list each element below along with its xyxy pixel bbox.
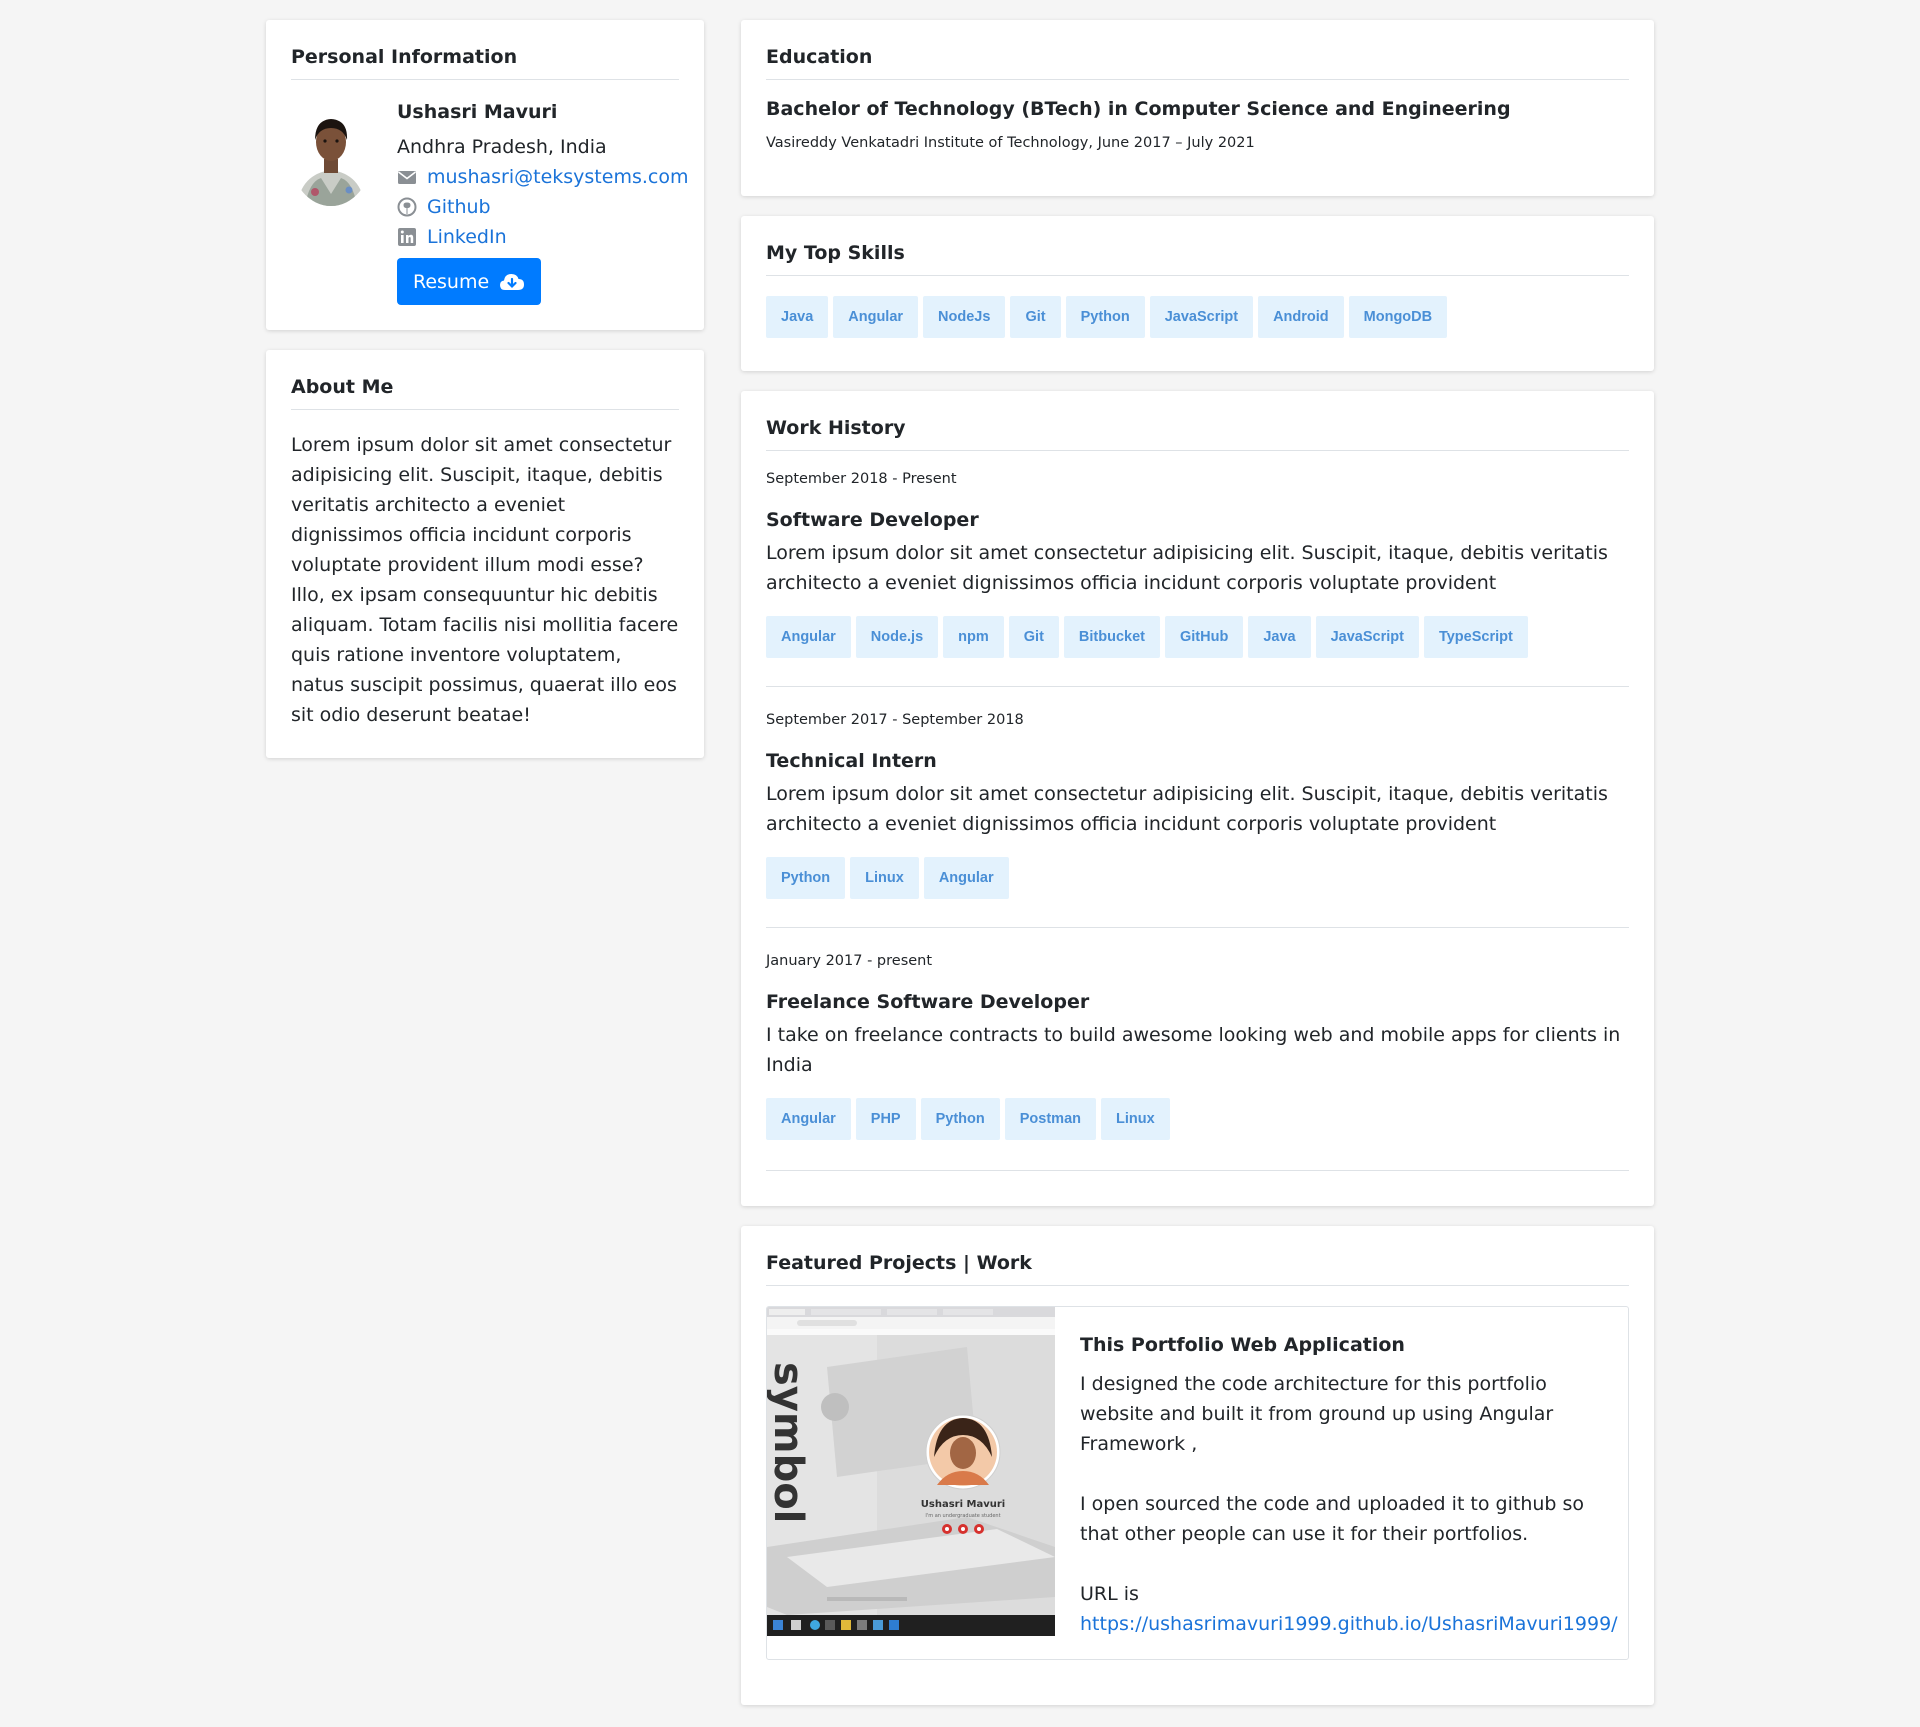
job-tag: GitHub bbox=[1164, 616, 1244, 658]
skill-chip: Python bbox=[1065, 296, 1145, 338]
project-description-1: I designed the code architecture for thi… bbox=[1080, 1373, 1554, 1455]
job-date: September 2017 - September 2018 bbox=[766, 712, 1024, 728]
job-description: Lorem ipsum dolor sit amet consectetur a… bbox=[766, 542, 1608, 594]
job-title: Technical Intern bbox=[766, 750, 937, 772]
project-thumb-subtitle: I'm an undergraduate student bbox=[925, 1513, 1000, 1519]
left-column: Personal Information Ushasri Mavuri Andh… bbox=[266, 20, 704, 778]
job-tags: Angular Node.js npm Git Bitbucket GitHub… bbox=[766, 616, 1629, 658]
project-details: This Portfolio Web Application I designe… bbox=[1055, 1307, 1628, 1659]
linkedin-row: LinkedIn bbox=[397, 222, 688, 252]
job-tag: Python bbox=[766, 857, 846, 899]
skill-chip: Java bbox=[766, 296, 829, 338]
job-tag: npm bbox=[943, 616, 1004, 658]
about-title: About Me bbox=[291, 376, 679, 410]
project-screenshot: symbol Ushasri Mavuri I'm an undergradua… bbox=[767, 1307, 1055, 1636]
email-row: mushasri@teksystems.com bbox=[397, 162, 688, 192]
job-date: September 2018 - Present bbox=[766, 471, 957, 487]
skill-chip: Angular bbox=[833, 296, 919, 338]
job-tag: Postman bbox=[1004, 1098, 1096, 1140]
job-tag: Angular bbox=[923, 857, 1009, 899]
job-description: Lorem ipsum dolor sit amet consectetur a… bbox=[766, 783, 1608, 835]
resume-button[interactable]: Resume bbox=[397, 258, 542, 305]
skill-chip: MongoDB bbox=[1348, 296, 1448, 338]
envelope-icon bbox=[397, 167, 417, 187]
linkedin-icon bbox=[397, 227, 417, 247]
job-entry: September 2017 - September 2018 Technica… bbox=[766, 712, 1629, 928]
github-row: Github bbox=[397, 192, 688, 222]
skills-card: My Top Skills Java Angular NodeJs Git Py… bbox=[741, 216, 1654, 371]
job-title: Freelance Software Developer bbox=[766, 991, 1090, 1013]
job-description: I take on freelance contracts to build a… bbox=[766, 1024, 1621, 1076]
github-link[interactable]: Github bbox=[427, 192, 491, 222]
avatar bbox=[291, 104, 371, 206]
github-icon bbox=[397, 197, 417, 217]
cloud-download-icon bbox=[499, 272, 525, 292]
skill-chip: Android bbox=[1258, 296, 1344, 338]
personal-info-card: Personal Information Ushasri Mavuri Andh… bbox=[266, 20, 704, 330]
linkedin-link[interactable]: LinkedIn bbox=[427, 222, 507, 252]
skill-chip: Git bbox=[1010, 296, 1061, 338]
job-tag: TypeScript bbox=[1423, 616, 1528, 658]
profile-location: Andhra Pradesh, India bbox=[397, 136, 607, 158]
about-text: Lorem ipsum dolor sit amet consectetur a… bbox=[291, 434, 679, 726]
projects-card: Featured Projects | Work symbol Ushasri … bbox=[741, 1226, 1654, 1705]
job-date: January 2017 - present bbox=[766, 953, 933, 969]
job-tag: PHP bbox=[855, 1098, 916, 1140]
about-card: About Me Lorem ipsum dolor sit amet cons… bbox=[266, 350, 704, 758]
job-entry: January 2017 - present Freelance Softwar… bbox=[766, 953, 1629, 1171]
email-link[interactable]: mushasri@teksystems.com bbox=[427, 162, 688, 192]
skill-chip: NodeJs bbox=[923, 296, 1006, 338]
job-tag: Bitbucket bbox=[1063, 616, 1160, 658]
work-history-card: Work History September 2018 - Present So… bbox=[741, 391, 1654, 1206]
skill-chip: JavaScript bbox=[1149, 296, 1254, 338]
job-tag: Linux bbox=[850, 857, 919, 899]
skills-list: Java Angular NodeJs Git Python JavaScrip… bbox=[766, 296, 1629, 338]
job-title: Software Developer bbox=[766, 509, 979, 531]
right-column: Education Bachelor of Technology (BTech)… bbox=[741, 20, 1654, 1725]
work-history-title: Work History bbox=[766, 417, 1629, 451]
project-url-link[interactable]: https://ushasrimavuri1999.github.io/Usha… bbox=[1080, 1613, 1618, 1635]
project-thumb-word: symbol bbox=[767, 1362, 811, 1523]
job-entry: September 2018 - Present Software Develo… bbox=[766, 471, 1629, 687]
job-tag: Node.js bbox=[855, 616, 939, 658]
job-tags: Angular PHP Python Postman Linux bbox=[766, 1098, 1629, 1140]
project-thumb-name: Ushasri Mavuri bbox=[921, 1499, 1005, 1510]
education-title: Education bbox=[766, 46, 1629, 80]
skills-title: My Top Skills bbox=[766, 242, 1629, 276]
projects-title: Featured Projects | Work bbox=[766, 1252, 1629, 1286]
project-description-2: I open sourced the code and uploaded it … bbox=[1080, 1493, 1585, 1545]
profile-name: Ushasri Mavuri bbox=[397, 101, 558, 123]
project-title: This Portfolio Web Application bbox=[1080, 1334, 1405, 1356]
job-tag: Git bbox=[1008, 616, 1059, 658]
education-card: Education Bachelor of Technology (BTech)… bbox=[741, 20, 1654, 196]
job-tags: Python Linux Angular bbox=[766, 857, 1629, 899]
job-tag: Angular bbox=[766, 616, 851, 658]
resume-button-label: Resume bbox=[413, 270, 490, 293]
project-item: symbol Ushasri Mavuri I'm an undergradua… bbox=[766, 1306, 1629, 1660]
job-tag: JavaScript bbox=[1315, 616, 1419, 658]
education-school: Vasireddy Venkatadri Institute of Techno… bbox=[766, 135, 1255, 151]
job-tag: Angular bbox=[766, 1098, 851, 1140]
job-tag: Python bbox=[920, 1098, 1000, 1140]
personal-info-title: Personal Information bbox=[291, 46, 679, 80]
education-degree: Bachelor of Technology (BTech) in Comput… bbox=[766, 98, 1511, 120]
project-url-label: URL is bbox=[1080, 1583, 1139, 1605]
job-tag: Java bbox=[1248, 616, 1311, 658]
job-tag: Linux bbox=[1101, 1098, 1170, 1140]
